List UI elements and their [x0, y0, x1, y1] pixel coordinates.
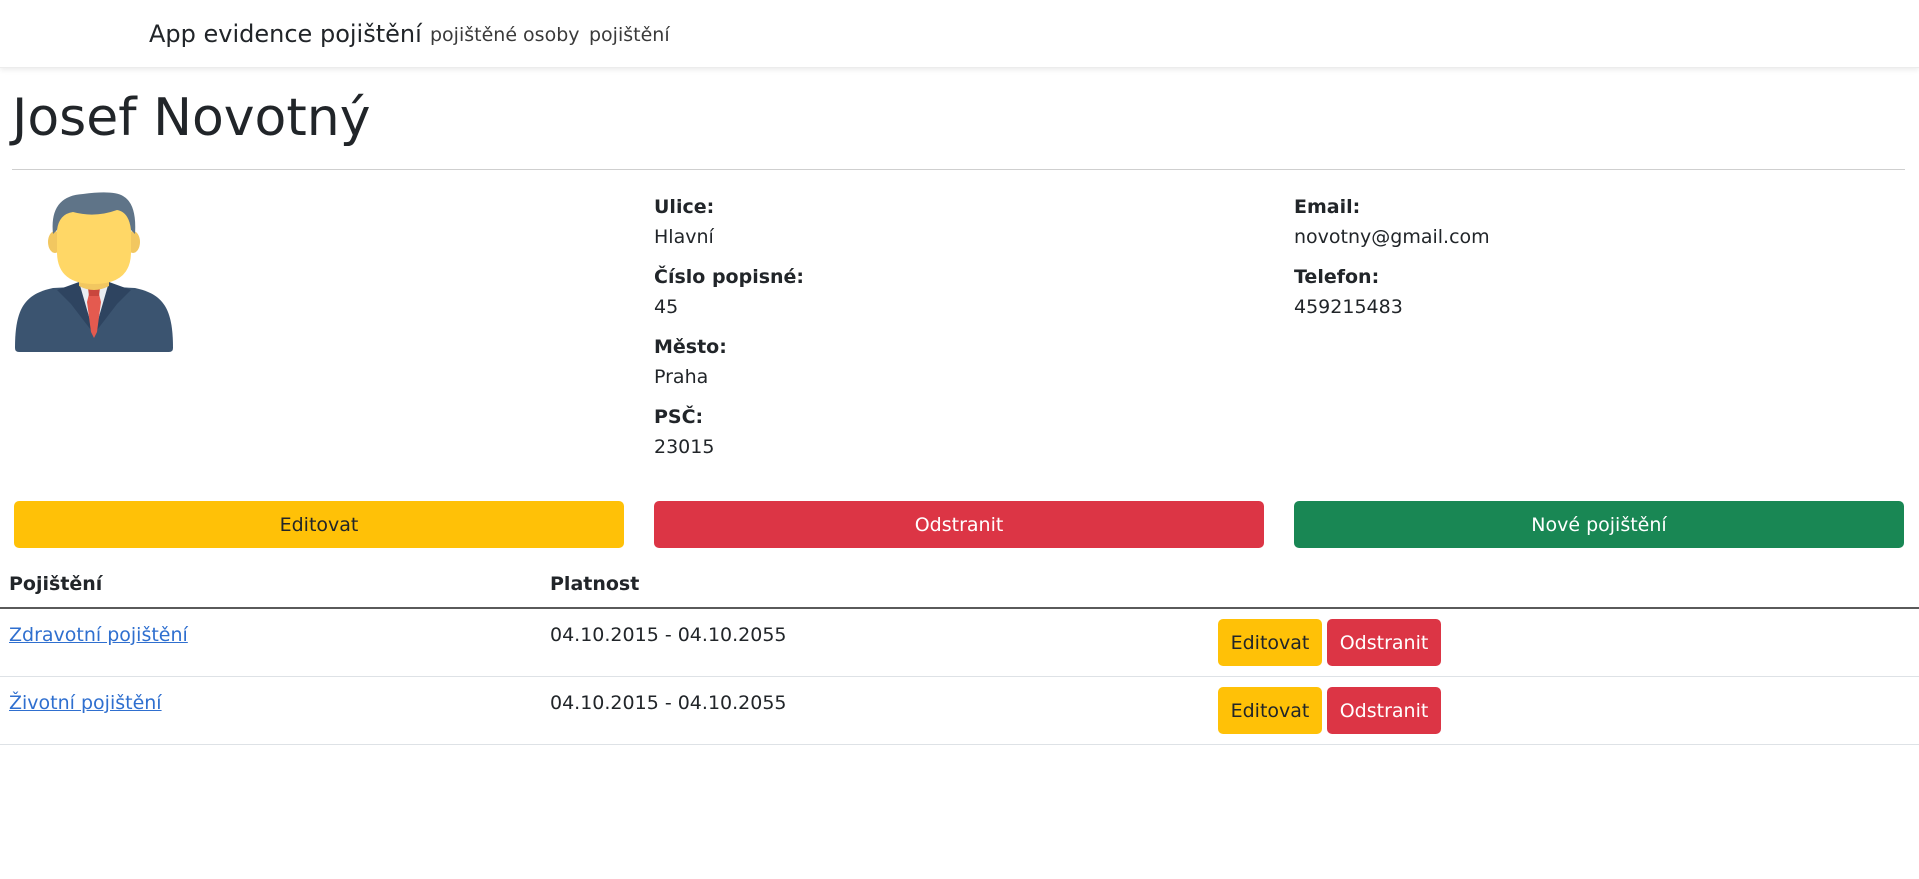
validity-value: 04.10.2015 - 04.10.2055	[550, 692, 787, 714]
city-value: Praha	[654, 366, 709, 388]
email-value: novotny@gmail.com	[1294, 226, 1490, 248]
insurance-link-health[interactable]: Zdravotní pojištění	[9, 624, 188, 646]
phone-field: Telefon: 459215483	[1294, 266, 1490, 336]
city-label: Město:	[654, 336, 727, 358]
nav-link-insurances[interactable]: pojištění	[589, 24, 670, 46]
edit-insurance-button[interactable]: Editovat	[1218, 619, 1322, 666]
house-number-field: Číslo popisné: 45	[654, 266, 804, 336]
phone-value: 459215483	[1294, 296, 1403, 318]
edit-insurance-button[interactable]: Editovat	[1218, 687, 1322, 734]
delete-insurance-button[interactable]: Odstranit	[1327, 619, 1441, 666]
title-divider	[12, 169, 1905, 170]
businessman-avatar-icon	[15, 192, 173, 352]
contact-info: Email: novotny@gmail.com Telefon: 459215…	[1294, 196, 1490, 336]
brand-link[interactable]: App evidence pojištění	[149, 20, 422, 48]
house-number-label: Číslo popisné:	[654, 266, 805, 288]
email-field: Email: novotny@gmail.com	[1294, 196, 1490, 266]
street-label: Ulice:	[654, 196, 715, 218]
navbar: App evidence pojištění pojištěné osoby p…	[0, 0, 1919, 68]
delete-insurance-button[interactable]: Odstranit	[1327, 687, 1441, 734]
table-header-divider	[0, 607, 1919, 609]
validity-value: 04.10.2015 - 04.10.2055	[550, 624, 787, 646]
street-value: Hlavní	[654, 226, 714, 248]
edit-person-button[interactable]: Editovat	[14, 501, 624, 548]
email-label: Email:	[1294, 196, 1361, 218]
nav-link-insured-persons[interactable]: pojištěné osoby	[430, 24, 580, 46]
page-title: Josef Novotný	[12, 88, 371, 148]
postal-code-value: 23015	[654, 436, 715, 458]
postal-code-label: PSČ:	[654, 406, 704, 428]
street-field: Ulice: Hlavní	[654, 196, 804, 266]
new-insurance-button[interactable]: Nové pojištění	[1294, 501, 1904, 548]
postal-code-field: PSČ: 23015	[654, 406, 804, 476]
table-header-validity: Platnost	[550, 573, 640, 595]
row-divider	[0, 744, 1919, 745]
row-divider	[0, 676, 1919, 677]
table-header-insurance: Pojištění	[9, 573, 103, 595]
insurance-link-life[interactable]: Životní pojištění	[9, 692, 162, 714]
city-field: Město: Praha	[654, 336, 804, 406]
house-number-value: 45	[654, 296, 679, 318]
delete-person-button[interactable]: Odstranit	[654, 501, 1264, 548]
phone-label: Telefon:	[1294, 266, 1380, 288]
address-info: Ulice: Hlavní Číslo popisné: 45 Město: P…	[654, 196, 804, 476]
